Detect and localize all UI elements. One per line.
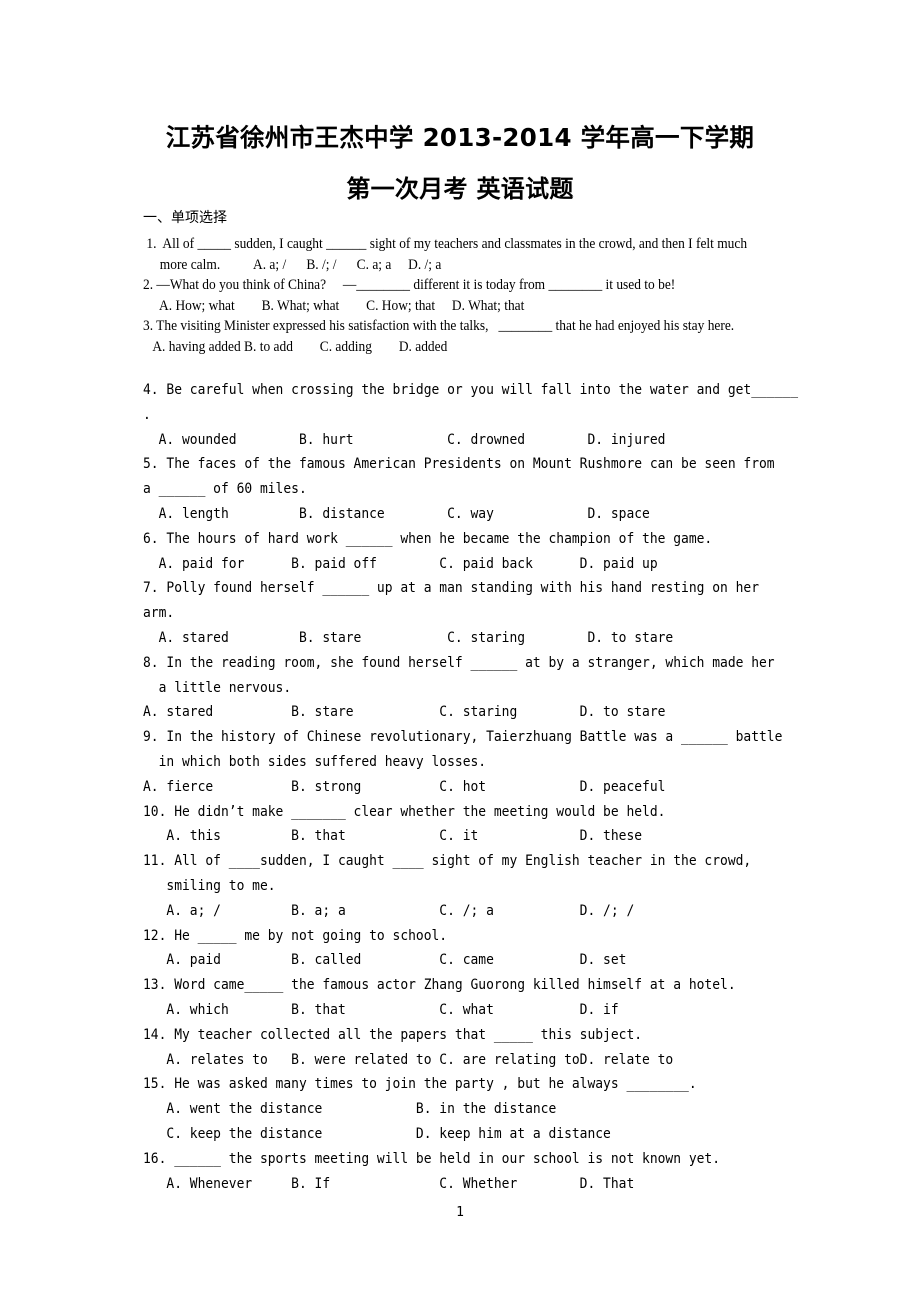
question-line: A. paid B. called C. came D. set [143, 952, 627, 969]
question-line: 15. He was asked many times to join the … [143, 1076, 697, 1093]
question-line: A. which B. that C. what D. if [143, 1001, 619, 1018]
page-title-line-1: 江苏省徐州市王杰中学 2013-2014 学年高一下学期 [165, 123, 755, 152]
question-line: C. keep the distance D. keep him at a di… [143, 1125, 611, 1142]
questions-group-serif: 1. All of _____ sudden, I caught ______ … [143, 234, 842, 358]
question-line: 6. The hours of hard work ______ when he… [143, 530, 713, 547]
question-line: a ______ of 60 miles. [143, 481, 307, 498]
question-line: A. How; what B. What; what C. How; that … [143, 297, 525, 314]
question-line: A. having added B. to add C. adding D. a… [143, 338, 448, 355]
question-line: 5. The faces of the famous American Pres… [143, 456, 775, 473]
question-line: a little nervous. [143, 679, 292, 696]
section-heading-multiple-choice: 一、单项选择 [143, 210, 227, 226]
question-line: A. relates to B. were related to C. are … [143, 1051, 674, 1068]
question-line: 13. Word came_____ the famous actor Zhan… [143, 977, 736, 994]
question-line: 10. He didn’t make _______ clear whether… [143, 803, 666, 820]
question-line: A. length B. distance C. way D. space [143, 505, 650, 522]
question-line: A. stared B. stare C. staring D. to star… [143, 629, 674, 646]
question-line: A. Whenever B. If C. Whether D. That [143, 1175, 635, 1192]
question-line: 2. —What do you think of China? —_______… [143, 277, 676, 294]
question-line: A. stared B. stare C. staring D. to star… [143, 704, 666, 721]
question-line: 4. Be careful when crossing the bridge o… [143, 382, 799, 398]
question-line: more calm. A. a; / B. /; / C. a; a D. /;… [143, 256, 442, 273]
question-line: A. a; / B. a; a C. /; a D. /; / [143, 902, 635, 919]
question-line: in which both sides suffered heavy losse… [143, 753, 487, 770]
page-number: 1 [456, 1205, 464, 1220]
question-line: 11. All of ____sudden, I caught ____ sig… [143, 853, 752, 870]
question-line: . [143, 406, 151, 423]
question-line: A. fierce B. strong C. hot D. peaceful [143, 778, 666, 795]
page-title-line-2: 第一次月考 英语试题 [346, 175, 574, 203]
question-line: 3. The visiting Minister expressed his s… [143, 318, 735, 335]
document-title-block: 江苏省徐州市王杰中学 2013-2014 学年高一下学期 第一次月考 英语试题 [0, 112, 920, 214]
question-line: arm. [143, 605, 175, 622]
question-line: A. paid for B. paid off C. paid back D. … [143, 555, 658, 572]
question-line: 8. In the reading room, she found hersel… [143, 654, 775, 671]
question-line: A. this B. that C. it D. these [143, 828, 643, 845]
question-line: 9. In the history of Chinese revolutiona… [143, 729, 783, 746]
questions-group-mono: 4. Be careful when crossing the bridge o… [143, 378, 845, 1196]
question-line: A. wounded B. hurt C. drowned D. injured [143, 431, 666, 448]
question-line: smiling to me. [143, 877, 276, 894]
question-line: 16. ______ the sports meeting will be he… [143, 1150, 721, 1167]
question-line: 14. My teacher collected all the papers … [143, 1026, 643, 1043]
exam-paper-page: 江苏省徐州市王杰中学 2013-2014 学年高一下学期 第一次月考 英语试题 … [0, 0, 920, 1302]
question-line: 1. All of _____ sudden, I caught ______ … [143, 236, 748, 252]
question-line: A. went the distance B. in the distance [143, 1101, 557, 1118]
question-line: 7. Polly found herself ______ up at a ma… [143, 580, 760, 597]
question-line: 12. He _____ me by not going to school. [143, 927, 448, 944]
